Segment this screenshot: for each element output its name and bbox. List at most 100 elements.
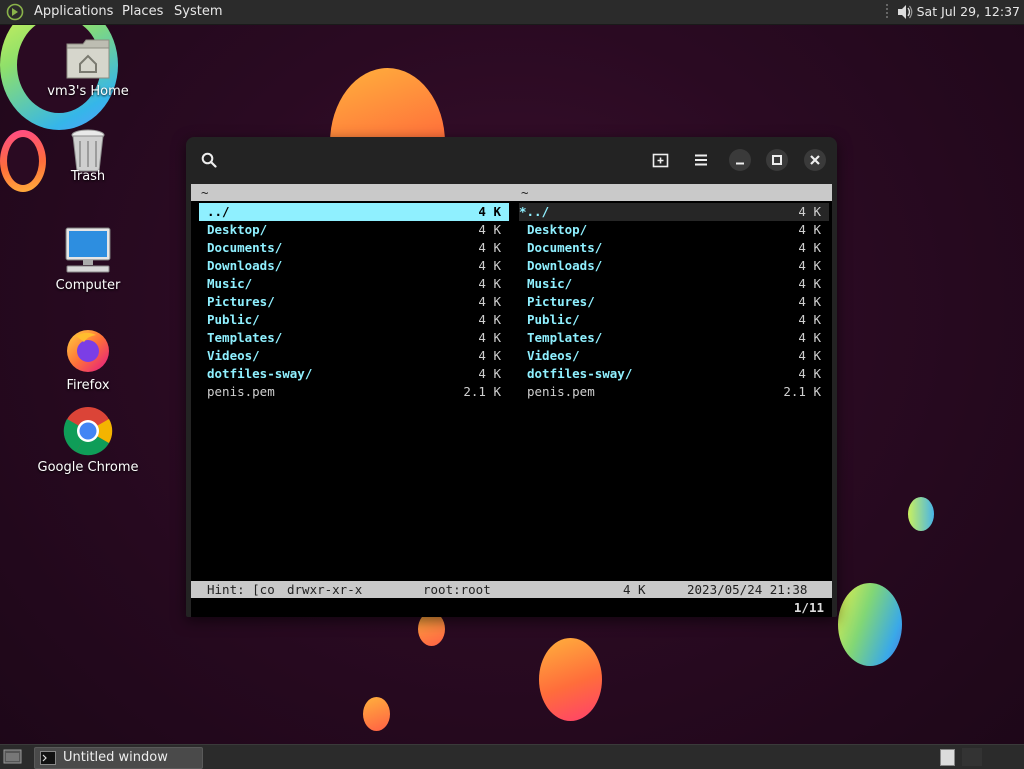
file-list-row[interactable]: Public/4 K bbox=[519, 311, 829, 329]
computer-icon bbox=[65, 227, 111, 273]
file-list-row[interactable]: Desktop/4 K bbox=[519, 221, 829, 239]
desktop-icon-home[interactable]: vm3's Home bbox=[33, 38, 143, 99]
directory-name: Downloads/ bbox=[527, 258, 603, 273]
directory-name: ../ bbox=[207, 204, 230, 219]
directory-name: Templates/ bbox=[207, 330, 283, 345]
desktop-icon-chrome[interactable]: Google Chrome bbox=[33, 406, 143, 475]
file-list-row[interactable]: Pictures/4 K bbox=[199, 293, 509, 311]
file-size: 4 K bbox=[798, 348, 821, 363]
file-list-row[interactable]: penis.pem 2.1 K bbox=[519, 383, 829, 401]
file-size: 4 K bbox=[478, 330, 501, 345]
desktop-icon-label: Trash bbox=[70, 169, 106, 184]
wallpaper-blob bbox=[418, 612, 445, 646]
window-titlebar[interactable] bbox=[186, 137, 837, 182]
directory-name: dotfiles-sway/ bbox=[527, 366, 633, 381]
directory-name: Music/ bbox=[207, 276, 253, 291]
terminal-area[interactable]: ~ ~ ../4 K Desktop/4 K Documents/4 K Downlo… bbox=[191, 184, 832, 617]
desktop-icon-label: vm3's Home bbox=[47, 84, 129, 99]
file-list-row[interactable]: Templates/4 K bbox=[519, 329, 829, 347]
file-name: penis.pem bbox=[527, 384, 595, 399]
distro-logo-icon[interactable] bbox=[6, 3, 24, 21]
status-bar: Hint: [co drwxr-xr-x root:root 4 K 2023/… bbox=[191, 581, 832, 598]
file-list-row[interactable]: Downloads/4 K bbox=[199, 257, 509, 275]
volume-icon[interactable] bbox=[896, 3, 914, 21]
top-panel: Applications Places System Sat Jul 29, 1… bbox=[0, 0, 1024, 25]
file-list-row[interactable]: penis.pem 2.1 K bbox=[199, 383, 509, 401]
directory-name: Music/ bbox=[527, 276, 573, 291]
file-list-row[interactable]: dotfiles-sway/4 K bbox=[519, 365, 829, 383]
cursor-position: 1/11 bbox=[793, 600, 824, 615]
file-list-row[interactable]: Documents/4 K bbox=[199, 239, 509, 257]
file-list-row[interactable]: Videos/4 K bbox=[199, 347, 509, 365]
taskbar-task-label: Untitled window bbox=[63, 750, 168, 765]
file-size: 4 K bbox=[798, 276, 821, 291]
directory-name: Downloads/ bbox=[207, 258, 283, 273]
wallpaper-blob bbox=[838, 583, 902, 666]
file-list-row[interactable]: dotfiles-sway/4 K bbox=[199, 365, 509, 383]
places-menu[interactable]: Places bbox=[122, 0, 163, 24]
file-list-row[interactable]: Templates/4 K bbox=[199, 329, 509, 347]
home-folder-icon bbox=[66, 39, 110, 79]
file-size: 4 K bbox=[798, 240, 821, 255]
file-size: 2.1 K bbox=[783, 384, 821, 399]
terminal-window[interactable]: ~ ~ ../4 K Desktop/4 K Documents/4 K Downlo… bbox=[186, 137, 837, 617]
directory-name: Documents/ bbox=[527, 240, 603, 255]
applications-menu[interactable]: Applications bbox=[34, 0, 113, 24]
file-list-row[interactable]: Desktop/4 K bbox=[199, 221, 509, 239]
status-hint: Hint: [co bbox=[207, 582, 275, 597]
status-permissions: drwxr-xr-x bbox=[287, 582, 363, 597]
show-desktop-icon[interactable] bbox=[3, 748, 23, 766]
minimize-icon[interactable] bbox=[728, 148, 752, 172]
file-size: 4 K bbox=[478, 258, 501, 273]
file-size: 4 K bbox=[798, 366, 821, 381]
panel-separator bbox=[886, 4, 888, 20]
left-pane[interactable]: ../4 K Desktop/4 K Documents/4 K Downloads/… bbox=[199, 203, 509, 401]
file-size: 4 K bbox=[478, 204, 501, 219]
file-list-row[interactable]: Documents/4 K bbox=[519, 239, 829, 257]
directory-name: Documents/ bbox=[207, 240, 283, 255]
file-list-row[interactable]: Music/4 K bbox=[199, 275, 509, 293]
file-list-row[interactable]: Downloads/4 K bbox=[519, 257, 829, 275]
directory-name: Pictures/ bbox=[207, 294, 275, 309]
file-list-row[interactable]: *../ 4 K bbox=[519, 203, 829, 221]
right-pane[interactable]: *../4 K Desktop/4 K Documents/4 K Downloads… bbox=[519, 203, 829, 401]
firefox-icon bbox=[67, 330, 109, 372]
terminal-icon bbox=[40, 751, 56, 765]
new-tab-icon[interactable] bbox=[652, 152, 670, 168]
taskbar-task-button[interactable]: Untitled window bbox=[34, 747, 203, 769]
desktop-icon-trash[interactable]: Trash bbox=[33, 127, 143, 184]
search-icon[interactable] bbox=[201, 152, 217, 168]
file-size: 4 K bbox=[478, 294, 501, 309]
file-list-row[interactable]: Pictures/4 K bbox=[519, 293, 829, 311]
left-pane-path: ~ bbox=[191, 184, 511, 201]
file-size: 4 K bbox=[798, 222, 821, 237]
directory-name: *../ bbox=[519, 204, 550, 219]
file-size: 4 K bbox=[478, 222, 501, 237]
menu-icon[interactable] bbox=[693, 152, 709, 168]
file-list-row[interactable]: Videos/4 K bbox=[519, 347, 829, 365]
file-list-row[interactable]: Public/4 K bbox=[199, 311, 509, 329]
workspace-switcher[interactable] bbox=[962, 748, 982, 766]
bottom-taskbar: Untitled window bbox=[0, 744, 1024, 769]
file-list-row[interactable]: ../ 4 K bbox=[199, 203, 509, 221]
file-size: 4 K bbox=[798, 330, 821, 345]
file-size: 4 K bbox=[798, 258, 821, 273]
desktop-icon-firefox[interactable]: Firefox bbox=[33, 326, 143, 393]
directory-name: Desktop/ bbox=[207, 222, 268, 237]
maximize-icon[interactable] bbox=[765, 148, 789, 172]
wallpaper-blob bbox=[363, 697, 390, 731]
directory-name: Videos/ bbox=[207, 348, 260, 363]
status-mtime: 2023/05/24 21:38 bbox=[687, 582, 808, 597]
file-size: 2.1 K bbox=[463, 384, 501, 399]
directory-name: Videos/ bbox=[527, 348, 580, 363]
system-menu[interactable]: System bbox=[174, 0, 222, 24]
desktop-icon-label: Computer bbox=[55, 278, 121, 293]
workspace-icon[interactable] bbox=[940, 749, 955, 766]
clock[interactable]: Sat Jul 29, 12:37 bbox=[917, 0, 1020, 24]
trash-icon bbox=[71, 129, 105, 172]
desktop-icon-computer[interactable]: Computer bbox=[33, 226, 143, 293]
close-icon[interactable] bbox=[803, 148, 827, 172]
file-list-row[interactable]: Music/4 K bbox=[519, 275, 829, 293]
directory-name: Desktop/ bbox=[527, 222, 588, 237]
directory-name: dotfiles-sway/ bbox=[207, 366, 313, 381]
